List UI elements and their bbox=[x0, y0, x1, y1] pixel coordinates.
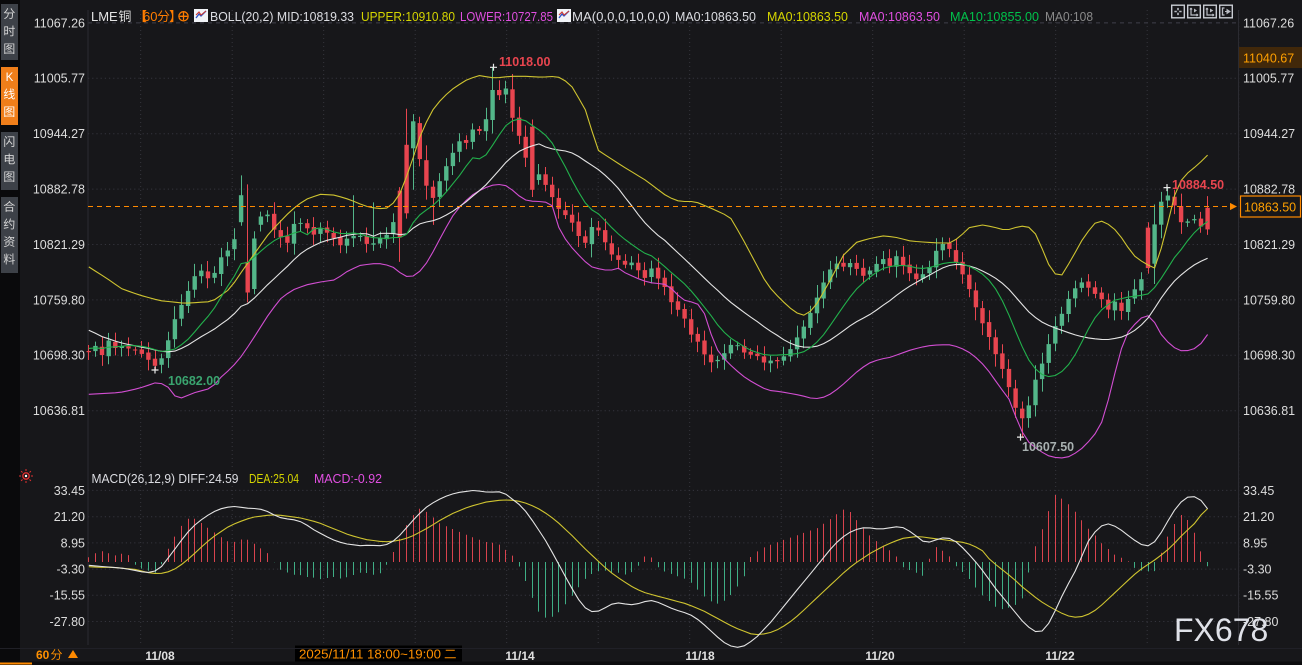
svg-text:10821.29: 10821.29 bbox=[1243, 238, 1295, 252]
svg-text:10607.50: 10607.50 bbox=[1022, 440, 1074, 454]
svg-text:11/18: 11/18 bbox=[685, 649, 715, 663]
svg-text:8.95: 8.95 bbox=[61, 536, 85, 550]
svg-text:21.20: 21.20 bbox=[1243, 510, 1274, 524]
svg-text:11018.00: 11018.00 bbox=[499, 55, 550, 69]
svg-text:MA0:10863.50: MA0:10863.50 bbox=[859, 9, 940, 24]
svg-text:11005.77: 11005.77 bbox=[34, 72, 85, 86]
svg-text:-3.30: -3.30 bbox=[1243, 563, 1272, 577]
svg-text:11005.77: 11005.77 bbox=[1243, 72, 1294, 86]
svg-text:10759.80: 10759.80 bbox=[33, 293, 85, 307]
svg-text:33.45: 33.45 bbox=[1243, 484, 1274, 498]
svg-text:LME: LME bbox=[91, 9, 118, 24]
svg-text:MACD:-0.92: MACD:-0.92 bbox=[314, 471, 382, 486]
svg-text:11/20: 11/20 bbox=[865, 649, 895, 663]
svg-text:10863.50: 10863.50 bbox=[1244, 201, 1296, 215]
svg-text:10759.80: 10759.80 bbox=[1243, 293, 1295, 307]
svg-text:10884.50: 10884.50 bbox=[1172, 178, 1224, 192]
svg-text:2025/11/11 18:00~19:00: 2025/11/11 18:00~19:00 bbox=[299, 648, 441, 662]
svg-text:LOWER:10727.85: LOWER:10727.85 bbox=[460, 9, 553, 24]
svg-text:10944.27: 10944.27 bbox=[33, 127, 85, 141]
svg-text:60: 60 bbox=[143, 9, 157, 24]
svg-text:11/08: 11/08 bbox=[145, 649, 175, 663]
svg-text:33.45: 33.45 bbox=[54, 484, 85, 498]
svg-text:K: K bbox=[6, 72, 14, 84]
svg-text:10882.78: 10882.78 bbox=[33, 183, 85, 197]
svg-text:10682.00: 10682.00 bbox=[168, 374, 220, 388]
svg-text:10944.27: 10944.27 bbox=[1243, 127, 1295, 141]
svg-text:MA0:10863.50: MA0:10863.50 bbox=[767, 9, 848, 24]
svg-text:11067.26: 11067.26 bbox=[1243, 16, 1294, 30]
svg-text:MA10:10855.00: MA10:10855.00 bbox=[950, 9, 1039, 24]
svg-text:DEA:25.04: DEA:25.04 bbox=[249, 471, 299, 486]
svg-text:-27.80: -27.80 bbox=[50, 615, 85, 629]
svg-text:10698.30: 10698.30 bbox=[1243, 349, 1295, 363]
svg-text:11067.26: 11067.26 bbox=[34, 16, 85, 30]
svg-text:10698.30: 10698.30 bbox=[33, 349, 85, 363]
svg-text:10636.81: 10636.81 bbox=[33, 404, 85, 418]
svg-text:BOLL(20,2) MID:10819.33: BOLL(20,2) MID:10819.33 bbox=[210, 9, 354, 24]
svg-text:10882.78: 10882.78 bbox=[1243, 183, 1295, 197]
svg-text:MACD(26,12,9) DIFF:24.59: MACD(26,12,9) DIFF:24.59 bbox=[92, 471, 239, 486]
svg-text:10821.29: 10821.29 bbox=[33, 238, 85, 252]
svg-text:MA0:10863.50: MA0:10863.50 bbox=[675, 9, 756, 24]
svg-text:8.95: 8.95 bbox=[1243, 536, 1267, 550]
svg-text:21.20: 21.20 bbox=[54, 510, 85, 524]
svg-text:10636.81: 10636.81 bbox=[1243, 404, 1295, 418]
svg-text:MA0:108: MA0:108 bbox=[1045, 9, 1093, 24]
svg-text:11/22: 11/22 bbox=[1045, 649, 1075, 663]
svg-text:11/14: 11/14 bbox=[505, 649, 535, 663]
svg-text:FX678: FX678 bbox=[1174, 612, 1268, 648]
svg-text:60: 60 bbox=[36, 648, 50, 662]
svg-text:11040.67: 11040.67 bbox=[1243, 52, 1294, 66]
svg-text:-15.55: -15.55 bbox=[1243, 589, 1278, 603]
svg-text:-3.30: -3.30 bbox=[57, 563, 86, 577]
svg-text:UPPER:10910.80: UPPER:10910.80 bbox=[361, 9, 455, 24]
svg-text:-15.55: -15.55 bbox=[50, 589, 85, 603]
svg-text:MA(0,0,0,10,0,0): MA(0,0,0,10,0,0) bbox=[572, 9, 670, 24]
